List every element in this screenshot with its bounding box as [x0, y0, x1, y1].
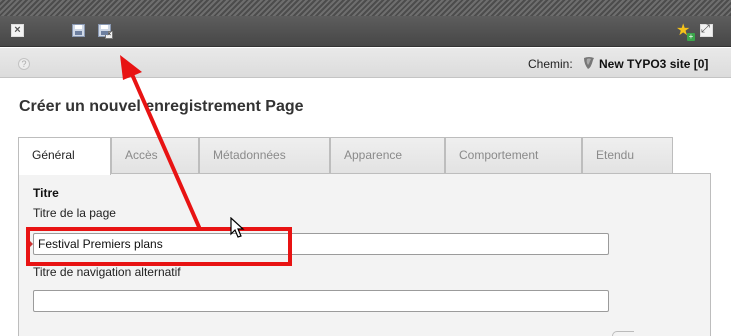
page-title-label: Titre de la page	[33, 206, 116, 220]
bottom-element-edge	[612, 331, 634, 336]
page-title: Créer un nouvel enregistrement Page	[19, 98, 304, 115]
tab-access[interactable]: Accès	[111, 137, 199, 174]
tab-general[interactable]: Général	[18, 137, 111, 175]
tab-label: Métadonnées	[213, 148, 286, 162]
expand-window-icon	[700, 23, 713, 37]
path-label: Chemin:	[528, 57, 573, 71]
save-and-close-button[interactable]: ×	[98, 24, 114, 40]
star-add-icon: ★ +	[676, 22, 695, 41]
tab-metadata[interactable]: Métadonnées	[199, 137, 330, 174]
tab-extended[interactable]: Etendu	[582, 137, 673, 174]
section-title: Titre	[33, 186, 59, 200]
page-title-input[interactable]	[33, 233, 609, 255]
close-button[interactable]: ×	[11, 24, 27, 40]
add-bookmark-button[interactable]: ★ +	[676, 22, 695, 41]
save-close-icon: ×	[98, 24, 113, 39]
nav-title-input[interactable]	[33, 290, 609, 312]
path-bar: ? Chemin: New TYPO3 site [0]	[0, 48, 731, 78]
help-icon[interactable]: ?	[18, 58, 30, 70]
path-value[interactable]: New TYPO3 site [0]	[599, 57, 708, 71]
doc-header-toolbar: × × ★ +	[0, 16, 731, 47]
tab-label: Apparence	[344, 148, 403, 162]
tab-label: Etendu	[596, 148, 635, 162]
nav-title-label: Titre de navigation alternatif	[33, 265, 181, 279]
tab-appearance[interactable]: Apparence	[330, 137, 445, 174]
close-icon: ×	[11, 24, 24, 37]
tab-label: Accès	[125, 148, 158, 162]
save-icon	[72, 24, 85, 37]
typo3-logo-icon	[584, 57, 594, 69]
tab-behaviour[interactable]: Comportement	[445, 137, 582, 174]
tab-label: Général	[32, 148, 75, 162]
tab-label: Comportement	[459, 148, 539, 162]
open-new-window-button[interactable]	[700, 23, 716, 40]
save-button[interactable]	[72, 24, 88, 40]
window-top-strip	[0, 0, 731, 16]
